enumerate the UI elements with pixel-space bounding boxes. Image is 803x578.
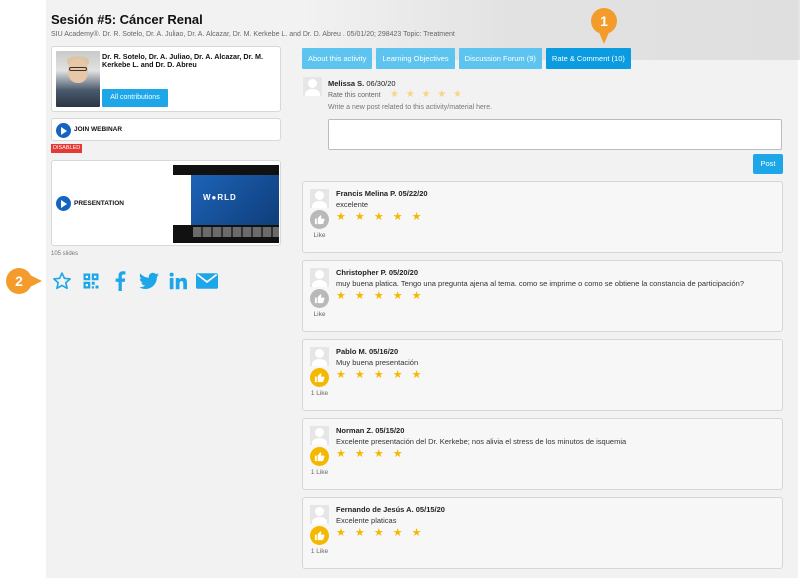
- tab-about-this-activity[interactable]: About this activity: [302, 48, 373, 69]
- comment-item: 1 Like Norman Z. 05/15/20 Excelente pres…: [302, 418, 783, 490]
- presentation-card[interactable]: PRESENTATION W●RLD: [51, 160, 281, 246]
- comment-text: muy buena platica. Tengo una pregunta aj…: [336, 279, 745, 288]
- all-contributions-button[interactable]: All contributions: [102, 89, 168, 107]
- callout-marker-1: 1: [591, 8, 617, 44]
- comment-rating: ★ ★ ★ ★ ★: [336, 527, 425, 539]
- email-icon[interactable]: [196, 270, 218, 292]
- compose-date: 06/30/20: [366, 79, 396, 88]
- comment-date: 05/15/20: [415, 505, 445, 514]
- presentation-thumbnail[interactable]: W●RLD: [173, 165, 279, 243]
- comment-text: Muy buena presentación: [336, 358, 419, 367]
- like-count: 1 Like: [310, 469, 329, 476]
- comment-item: 1 Like Fernando de Jesús A. 05/15/20 Exc…: [302, 497, 783, 569]
- compose-user-line: Melissa S. 06/30/20: [328, 79, 396, 88]
- comment-header: Francis Melina P. 05/22/20: [336, 189, 428, 198]
- comment-date: 05/22/20: [398, 189, 428, 198]
- comment-textarea[interactable]: [328, 119, 782, 150]
- comment-header: Fernando de Jesús A. 05/15/20: [336, 505, 445, 514]
- rate-stars-input[interactable]: ★ ★ ★ ★ ★: [390, 89, 464, 100]
- comment-text: excelente: [336, 200, 369, 209]
- comment-date: 05/15/20: [375, 426, 405, 435]
- page-subtitle: SIU Academy®. Dr. R. Sotelo, Dr. A. Juli…: [51, 31, 455, 38]
- comment-rating: ★ ★ ★ ★: [336, 448, 406, 460]
- commenter-avatar: [310, 505, 329, 524]
- comment-author: Francis Melina P.: [336, 189, 397, 198]
- comment-item: 1 Like Pablo M. 05/16/20 Muy buena prese…: [302, 339, 783, 411]
- qr-code-icon[interactable]: [80, 270, 102, 292]
- compose-prompt: Write a new post related to this activit…: [328, 104, 493, 111]
- thumbs-up-icon[interactable]: [310, 210, 329, 229]
- like-count: 1 Like: [310, 548, 329, 555]
- twitter-icon[interactable]: [138, 270, 160, 292]
- comment-header: Pablo M. 05/16/20: [336, 347, 398, 356]
- comment-rating: ★ ★ ★ ★ ★: [336, 211, 425, 223]
- like-count: 1 Like: [310, 390, 329, 397]
- play-icon: [56, 196, 71, 211]
- join-webinar-card[interactable]: JOIN WEBINAR: [51, 118, 281, 141]
- comment-item: Like Christopher P. 05/20/20 muy buena p…: [302, 260, 783, 332]
- comment-rating: ★ ★ ★ ★ ★: [336, 290, 425, 302]
- comment-author: Pablo M.: [336, 347, 367, 356]
- comment-author: Fernando de Jesús A.: [336, 505, 414, 514]
- commenter-avatar: [310, 189, 329, 208]
- join-webinar-label: JOIN WEBINAR: [74, 126, 123, 133]
- rate-label: Rate this content: [328, 92, 381, 99]
- post-button[interactable]: Post: [753, 154, 783, 174]
- callout-marker-2: 2: [6, 268, 42, 294]
- user-avatar: [303, 77, 322, 96]
- tab-rate-and-comment[interactable]: Rate & Comment (10): [545, 48, 631, 69]
- like-count: Like: [313, 232, 326, 239]
- presentation-label: PRESENTATION: [74, 200, 124, 207]
- thumbs-up-icon[interactable]: [310, 368, 329, 387]
- play-icon: [56, 123, 71, 138]
- linkedin-icon[interactable]: [167, 270, 189, 292]
- tab-learning-objectives[interactable]: Learning Objectives: [376, 48, 455, 69]
- share-toolbar: [51, 268, 225, 294]
- thumbs-up-icon[interactable]: [310, 289, 329, 308]
- comment-header: Christopher P. 05/20/20: [336, 268, 418, 277]
- star-outline-icon[interactable]: [51, 270, 73, 292]
- thumbs-up-icon[interactable]: [310, 526, 329, 545]
- comment-rating: ★ ★ ★ ★ ★: [336, 369, 425, 381]
- activity-tabs: About this activity Learning Objectives …: [302, 48, 635, 69]
- facebook-icon[interactable]: [109, 270, 131, 292]
- comment-header: Norman Z. 05/15/20: [336, 426, 404, 435]
- page-title: Sesión #5: Cáncer Renal: [51, 12, 203, 27]
- tab-discussion-forum[interactable]: Discussion Forum (9): [458, 48, 542, 69]
- comment-author: Norman Z.: [336, 426, 374, 435]
- speaker-photo: [56, 51, 100, 107]
- commenter-avatar: [310, 426, 329, 445]
- commenter-avatar: [310, 268, 329, 287]
- comment-date: 05/20/20: [388, 268, 419, 277]
- slides-count: 105 slides: [51, 251, 79, 257]
- thumbs-up-icon[interactable]: [310, 447, 329, 466]
- speaker-names: Dr. R. Sotelo, Dr. A. Juliao, Dr. A. Alc…: [102, 52, 263, 69]
- like-count: Like: [313, 311, 326, 318]
- comment-date: 05/16/20: [368, 347, 399, 356]
- comment-text: Excelente platicas: [336, 516, 397, 525]
- comment-item: Like Francis Melina P. 05/22/20 excelent…: [302, 181, 783, 253]
- comment-text: Excelente presentación del Dr. Kerkebe; …: [336, 437, 627, 446]
- webinar-status-badge: DISABLED: [51, 144, 83, 153]
- speaker-card: Dr. R. Sotelo, Dr. A. Juliao, Dr. A. Alc…: [51, 46, 281, 112]
- commenter-avatar: [310, 347, 329, 366]
- compose-user-name: Melissa S.: [328, 79, 365, 88]
- thumbnail-logo: W●RLD: [203, 193, 237, 202]
- comment-author: Christopher P.: [336, 268, 387, 277]
